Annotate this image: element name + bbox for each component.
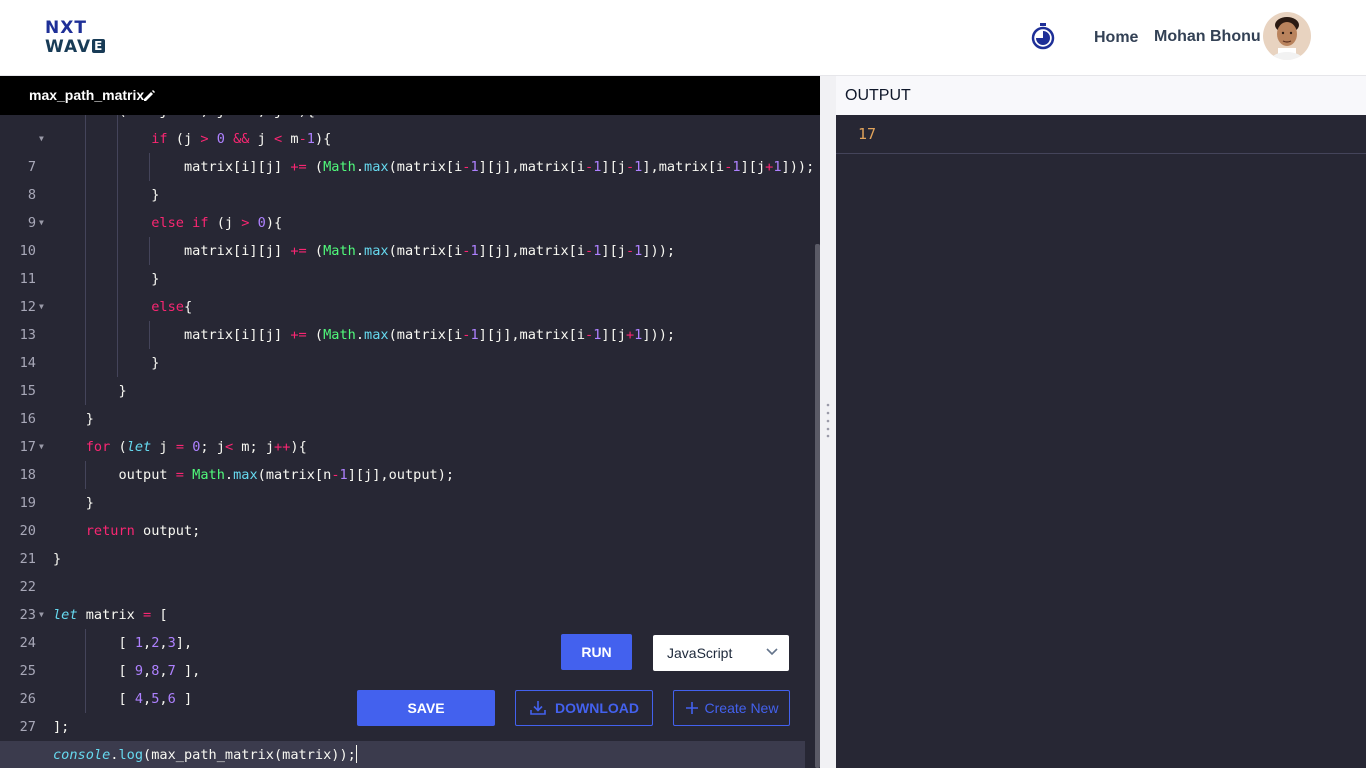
file-name: max_path_matrix [29,87,145,103]
download-icon [530,701,546,715]
run-button[interactable]: RUN [561,634,632,670]
download-button-label: DOWNLOAD [555,700,639,716]
code-line: 19 output = Math.max(matrix[n-1][j],outp… [0,461,805,511]
code-line: 14 matrix[i][j] += (Math.max(matrix[i-1]… [0,321,805,371]
code-line: (let j = 0; j < m; j++){ [0,115,805,125]
create-new-label: Create New [704,700,779,716]
save-button[interactable]: SAVE [357,690,495,726]
code-line: 11 matrix[i][j] += (Math.max(matrix[i-1]… [0,237,805,287]
output-panel: 17 [836,115,1366,768]
plus-icon [685,702,698,714]
code-line: 7 ▼ if (j > 0 && j < m-1){ [0,125,805,175]
nav-home-link[interactable]: Home [1094,29,1138,47]
code-line-active: 29 console.log(max_path_matrix(matrix)); [0,741,805,768]
output-header: OUTPUT [836,76,1366,115]
panel-resize-handle[interactable] [820,76,836,768]
top-navbar: NXT WAV E Home Mohan Bhonu [0,0,1366,76]
code-line: 10 ▼ else if (j > 0){ [0,209,805,259]
code-line: 13 ▼ else{ [0,293,805,343]
text-cursor [355,745,357,763]
code-line: 9 } [0,181,805,231]
output-value: 17 [858,125,877,143]
download-button[interactable]: DOWNLOAD [515,690,653,726]
drag-handle-icon [826,403,830,438]
stopwatch-icon[interactable] [1030,22,1056,50]
code-line: 15 } [0,349,805,399]
code-line: 20 } [19,495,94,539]
language-select[interactable]: JavaScript [653,635,789,671]
create-new-button[interactable]: Create New [673,690,790,726]
output-line: 17 [836,115,1366,154]
code-line: 12 } [0,265,805,315]
language-select-value: JavaScript [667,645,733,661]
user-name: Mohan Bhonu [1154,28,1261,45]
code-line: 16 } [0,377,805,427]
nxtwave-logo[interactable]: NXT WAV E [45,18,109,58]
code-line: 8 matrix[i][j] += (Math.max(matrix[i-1][… [0,153,814,203]
avatar[interactable] [1263,12,1311,60]
code-line: 18 ▼ for (let j = 0; j< m; j++){ [19,439,307,483]
code-line: 24 ▼ let matrix = [ [19,607,168,651]
code-line: 17 } [19,411,94,455]
code-line: 23 [19,607,36,623]
file-tab: max_path_matrix [0,76,820,115]
output-title: OUTPUT [845,87,911,104]
code-line: 22 } [19,551,62,595]
code-line: 21 return output; [19,523,201,567]
pencil-icon[interactable] [142,87,156,103]
chevron-down-icon [766,648,778,656]
